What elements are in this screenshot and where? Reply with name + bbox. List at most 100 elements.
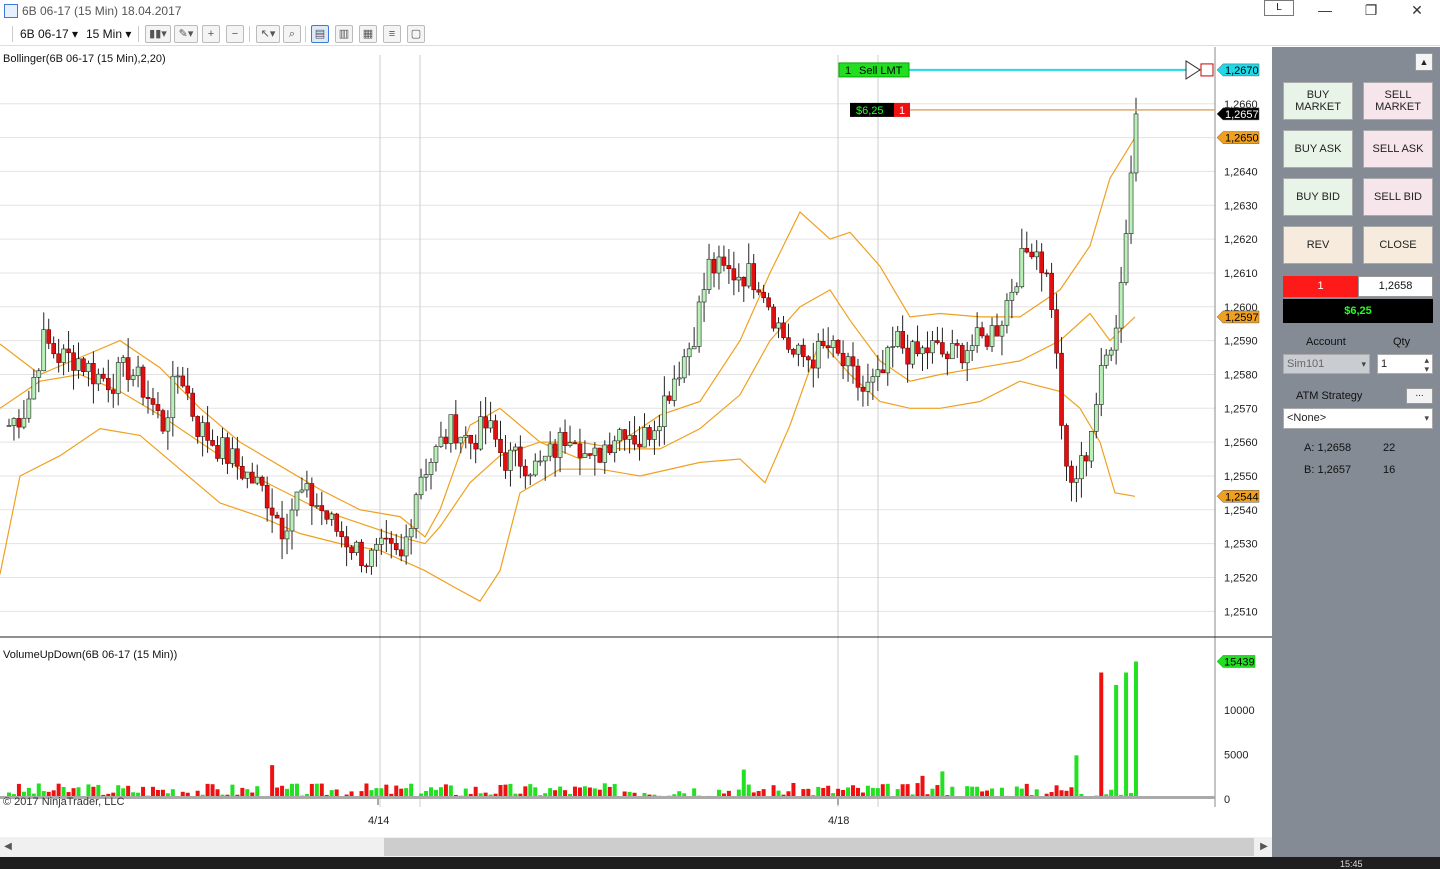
scroll-left-icon[interactable]: ◀ [0,837,16,857]
last-volume-marker: 15439 [1224,656,1255,668]
candle [249,471,255,484]
candle [81,358,86,373]
panel-collapse-icon[interactable]: ▲ [1415,53,1433,71]
candle [627,435,632,440]
interval-selector[interactable]: 15 Min ▾ [86,25,131,43]
buy-market-button[interactable]: BUY MARKET [1283,82,1353,120]
candle [125,357,131,380]
candle [240,465,245,479]
chart-trader-icon[interactable]: ▤ [311,25,329,43]
indicators-icon[interactable]: ▥ [335,25,353,43]
bid-price: B: 1,2657 [1304,464,1352,476]
drawing-tool-icon[interactable]: ✎▾ [174,25,198,43]
candle [31,377,37,400]
candle [165,417,171,432]
candle [736,276,742,281]
sell-ask-button[interactable]: SELL ASK [1363,130,1433,168]
candle [845,356,851,367]
candle [304,483,310,491]
buy-bid-button[interactable]: BUY BID [1283,178,1353,216]
horizontal-scrollbar[interactable]: ◀ ▶ [0,837,1272,857]
zoom-in-icon[interactable]: + [202,25,220,43]
candle [954,343,960,346]
candle [905,347,910,365]
scroll-right-icon[interactable]: ▶ [1256,837,1272,857]
price-tick-label: 1,2620 [1224,234,1258,246]
atm-strategy-select[interactable]: <None> ▾ [1283,408,1433,429]
price-chart[interactable]: 1,2510 1,2520 1,2530 1,2540 1,2550 1,2560 1,25… [0,47,1272,837]
atm-strategy-label: ATM Strategy [1296,390,1363,402]
close-position-button[interactable]: CLOSE [1363,226,1433,264]
position-qty-text: 1 [899,105,905,117]
candle [115,362,121,394]
candle [438,436,444,447]
candle [473,442,478,450]
quantity-stepper[interactable]: 1 ▴ ▾ [1377,354,1433,374]
candle [433,446,439,463]
date-label: 4/14 [368,815,389,827]
candle [369,549,374,567]
candle [791,349,796,355]
minimize-button[interactable]: — [1302,0,1348,22]
price-tick-label: 1,2510 [1224,606,1258,618]
candle [284,530,290,540]
candle [41,329,47,372]
os-taskbar: 15:45 [0,857,1440,869]
strategies-icon[interactable]: ▦ [359,25,377,43]
candle [676,377,682,380]
candle [344,536,349,548]
candle [423,474,429,478]
zoom-out-icon[interactable]: − [226,25,244,43]
pointer-tool-icon[interactable]: ↖▾ [256,25,280,43]
account-select[interactable]: Sim101 ▾ [1283,354,1370,374]
candle [801,344,806,357]
order-flag-icon [1185,60,1201,80]
properties-icon[interactable]: ≡ [383,25,401,43]
candle [309,483,315,506]
chart-canvas[interactable]: 1,2510 1,2520 1,2530 1,2540 1,2550 1,2560 1,25… [0,47,1272,837]
sell-bid-button[interactable]: SELL BID [1363,178,1433,216]
close-window-button[interactable]: ✕ [1394,0,1440,22]
volume-tick-label: 5000 [1224,749,1248,761]
instrument-selector[interactable]: 6B 06-17 ▾ [20,25,78,43]
reverse-button[interactable]: REV [1283,226,1353,264]
candle [254,476,260,484]
link-button[interactable]: L [1264,0,1294,16]
window-title: 6B 06-17 (15 Min) 18.04.2017 [22,4,182,18]
candle [36,370,42,378]
candle [751,263,757,291]
restore-button[interactable]: ❐ [1348,0,1394,22]
sell-market-button[interactable]: SELL MARKET [1363,82,1433,120]
candle [691,346,697,350]
stepper-arrows-icon[interactable]: ▴ ▾ [1424,356,1429,374]
candle [259,476,265,486]
candle [587,453,593,456]
bar-type-icon[interactable]: ▮▮▾ [145,25,171,43]
candle [671,378,677,401]
candle [1009,291,1015,301]
scrollbar-thumb[interactable] [384,838,1254,856]
candle [190,392,195,417]
bollinger-upper-band [0,137,1136,538]
candle [979,327,985,337]
bollinger-label: Bollinger(6B 06-17 (15 Min),2,20) [3,53,166,65]
candle [940,342,945,355]
date-label: 4/18 [828,815,849,827]
candle [379,537,384,545]
candle [597,447,603,463]
atm-strategy-more-button[interactable]: ... [1406,388,1433,404]
candle [637,443,642,448]
candle [1123,233,1129,283]
candle [820,341,826,346]
magnifier-icon[interactable]: ⌕ [283,25,301,43]
candle [1089,431,1094,462]
candle [364,565,369,568]
candle [225,437,230,464]
candle [145,396,151,399]
data-box-icon[interactable]: ▢ [407,25,425,43]
candle [582,453,588,458]
sell-limit-label: Sell LMT [859,65,903,77]
buy-ask-button[interactable]: BUY ASK [1283,130,1353,168]
candle [314,505,320,507]
volume-bar [1124,672,1129,799]
